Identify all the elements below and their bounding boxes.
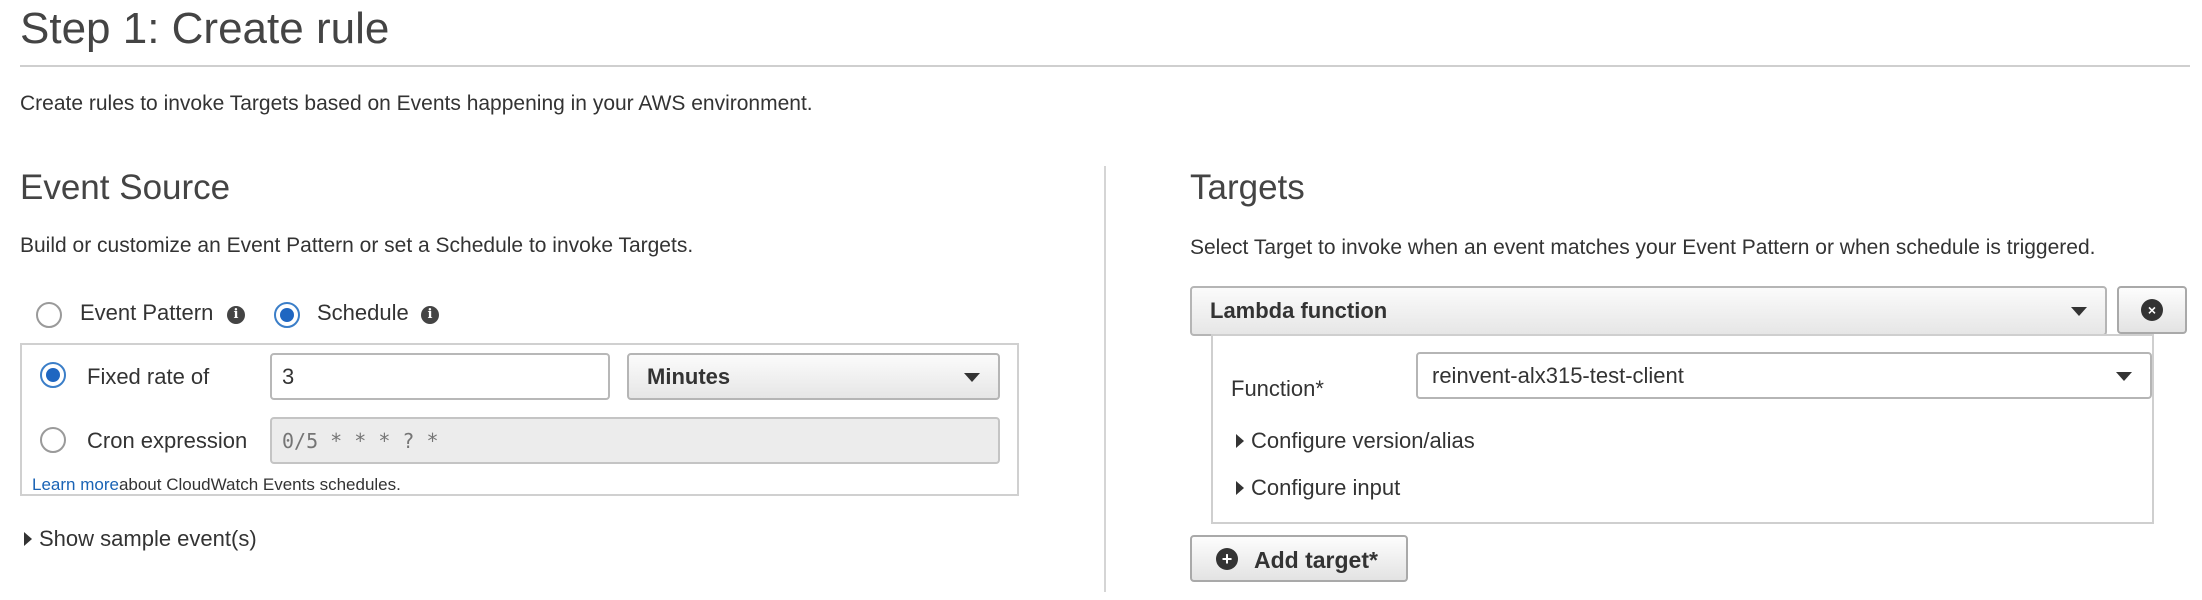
cron-radio[interactable] xyxy=(40,427,66,453)
configure-input-label: Configure input xyxy=(1251,475,1401,500)
fixed-rate-label[interactable]: Fixed rate of xyxy=(87,364,209,390)
rate-unit-value: Minutes xyxy=(647,363,731,389)
chevron-down-icon xyxy=(964,372,980,382)
event-pattern-radio[interactable] xyxy=(36,302,62,328)
page-intro: Create rules to invoke Targets based on … xyxy=(20,92,813,115)
configure-version-toggle[interactable]: Configure version/alias xyxy=(1234,428,1534,454)
plus-icon: + xyxy=(1216,548,1238,570)
schedule-label[interactable]: Schedule xyxy=(317,300,409,326)
show-sample-events-toggle[interactable]: Show sample event(s) xyxy=(22,526,282,552)
caret-right-icon xyxy=(1236,481,1244,495)
remove-target-button[interactable]: × xyxy=(2117,286,2187,334)
targets-title: Targets xyxy=(1190,168,1305,207)
cron-label[interactable]: Cron expression xyxy=(87,428,247,454)
learn-more-row: Learn moreabout CloudWatch Events schedu… xyxy=(32,475,401,495)
function-value: reinvent-alx315-test-client xyxy=(1432,362,1684,388)
chevron-down-icon xyxy=(2071,307,2087,316)
title-divider xyxy=(20,65,2190,67)
target-type-select[interactable]: Lambda function xyxy=(1190,286,2107,336)
show-sample-events-label: Show sample event(s) xyxy=(39,526,257,551)
configure-input-toggle[interactable]: Configure input xyxy=(1234,475,1454,501)
rate-unit-select[interactable]: Minutes xyxy=(627,353,1000,400)
caret-right-icon xyxy=(1236,434,1244,448)
event-source-title: Event Source xyxy=(20,168,231,207)
event-pattern-label[interactable]: Event Pattern xyxy=(80,300,213,326)
learn-more-text: about CloudWatch Events schedules. xyxy=(118,475,401,494)
page-title: Step 1: Create rule xyxy=(20,4,390,53)
schedule-radio[interactable] xyxy=(274,302,300,328)
targets-description: Select Target to invoke when an event ma… xyxy=(1190,236,2096,259)
add-target-button[interactable]: + Add target* xyxy=(1190,535,1408,582)
chevron-down-icon xyxy=(2116,371,2132,381)
info-icon[interactable]: i xyxy=(421,306,439,324)
fixed-rate-radio[interactable] xyxy=(40,362,66,388)
function-select[interactable]: reinvent-alx315-test-client xyxy=(1416,352,2152,399)
add-target-label: Add target* xyxy=(1254,547,1378,573)
cron-expression-input[interactable] xyxy=(270,417,1000,464)
info-icon[interactable]: i xyxy=(227,306,245,324)
close-icon: × xyxy=(2141,299,2163,321)
learn-more-link[interactable]: Learn more xyxy=(32,475,119,494)
event-source-description: Build or customize an Event Pattern or s… xyxy=(20,234,694,257)
configure-version-label: Configure version/alias xyxy=(1251,428,1475,453)
rate-value-input[interactable] xyxy=(270,353,610,400)
section-divider xyxy=(1104,166,1106,592)
caret-right-icon xyxy=(24,532,32,546)
function-label: Function* xyxy=(1231,376,1324,401)
target-type-value: Lambda function xyxy=(1210,298,1388,323)
